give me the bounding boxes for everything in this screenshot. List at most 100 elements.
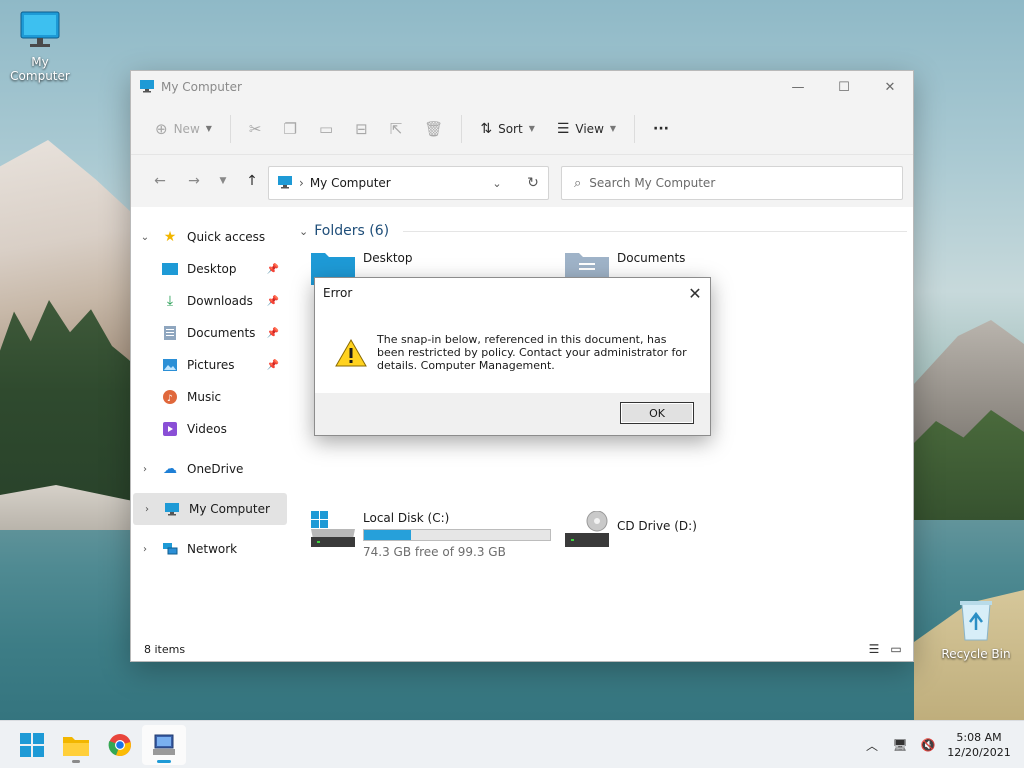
show-hidden-icons-button[interactable]: ︿ [858, 737, 886, 754]
share-button[interactable]: ⇱ [380, 111, 413, 147]
search-input[interactable] [589, 176, 870, 190]
maximize-button[interactable]: ☐ [821, 71, 867, 103]
taskbar-computer-management[interactable] [142, 724, 186, 765]
cut-button[interactable]: ✂ [239, 111, 272, 147]
more-options-button[interactable]: ··· [643, 111, 679, 147]
copy-button[interactable]: ❐ [274, 111, 307, 147]
error-dialog: Error ✕ The snap-in below, referenced in… [314, 277, 711, 436]
sort-arrows-icon: ⇅ [480, 120, 493, 137]
command-bar: ⊕ New ▼ ✂ ❐ ▭ ⊟ ⇱ 🗑 ⇅ Sort ▼ ☰ View ▼ ··… [131, 103, 913, 155]
desktop-folder-icon [159, 263, 181, 275]
clock-time: 5:08 AM [956, 731, 1002, 744]
view-button[interactable]: ☰ View ▼ [547, 111, 626, 147]
ok-button[interactable]: OK [620, 402, 694, 424]
chevron-right-icon: › [299, 176, 304, 190]
chevron-right-icon: › [143, 543, 147, 555]
taskbar-chrome[interactable] [98, 725, 142, 765]
running-indicator [157, 759, 171, 763]
chevron-up-icon: ︿ [865, 738, 878, 753]
separator [634, 114, 636, 143]
folder-icon [63, 736, 89, 756]
pictures-icon [159, 359, 181, 371]
sort-button[interactable]: ⇅ Sort ▼ [470, 111, 545, 147]
drive-label: CD Drive (D:) [617, 519, 697, 533]
dialog-title-bar[interactable]: Error ✕ [315, 278, 710, 308]
sidebar-item-label: Quick access [187, 230, 266, 244]
large-icons-view-button[interactable]: ▭ [885, 642, 907, 656]
start-button[interactable] [10, 725, 54, 765]
chevron-right-icon: › [143, 463, 147, 475]
chevron-down-icon: ▼ [205, 124, 212, 133]
sidebar-item-my-computer[interactable]: › My Computer [133, 493, 287, 525]
tiles-view-icon: ▭ [890, 642, 902, 656]
title-bar[interactable]: My Computer — ☐ ✕ [131, 71, 913, 103]
document-icon [159, 326, 181, 340]
address-dropdown-button[interactable]: ⌄ [482, 177, 512, 190]
refresh-icon: ↻ [527, 175, 539, 191]
separator [229, 114, 231, 143]
pin-icon[interactable]: 📌 [267, 328, 279, 339]
window-title: My Computer [161, 80, 242, 94]
up-button[interactable]: ↑ [235, 165, 269, 197]
drive-usage-fill [364, 530, 411, 540]
item-count: 8 items [144, 642, 186, 656]
taskbar-file-explorer[interactable] [54, 725, 98, 765]
clock[interactable]: 5:08 AM 12/20/2021 [942, 730, 1016, 760]
desktop-icon-my-computer[interactable]: My Computer [0, 10, 80, 83]
address-bar[interactable]: › My Computer ⌄ ↻ [268, 166, 549, 200]
drive-tile-cd-drive[interactable]: CD Drive (D:) [565, 511, 697, 547]
pin-icon[interactable]: 📌 [267, 296, 279, 307]
minimize-button[interactable]: — [775, 71, 821, 103]
search-box[interactable]: ⌕ [561, 166, 903, 200]
separator [461, 114, 463, 143]
chevron-down-icon: ⌄ [492, 176, 502, 190]
sidebar-item-onedrive[interactable]: › ☁ OneDrive [131, 453, 289, 485]
list-view-icon: ☰ [868, 642, 880, 656]
sidebar-item-label: Pictures [187, 358, 235, 372]
paste-button[interactable]: ▭ [309, 111, 343, 147]
monitor-icon [277, 175, 293, 192]
forward-button[interactable]: → [177, 165, 211, 197]
content-pane: ⌄ Folders (6) Desktop Documents Local Di… [297, 219, 907, 559]
sidebar-item-music[interactable]: ♪ Music [131, 381, 289, 413]
arrow-right-icon: → [188, 173, 200, 189]
rename-button[interactable]: ⊟ [345, 111, 378, 147]
star-icon: ★ [163, 229, 177, 245]
sidebar-item-documents[interactable]: Documents 📌 [131, 317, 289, 349]
svg-text:♪: ♪ [167, 394, 173, 404]
sidebar-item-label: Network [187, 542, 238, 556]
new-button[interactable]: ⊕ New ▼ [145, 111, 222, 147]
details-view-button[interactable]: ☰ [863, 642, 885, 656]
drive-usage-bar [363, 529, 551, 541]
desktop-icon-recycle-bin[interactable]: Recycle Bin [936, 598, 1016, 661]
delete-button[interactable]: 🗑 [414, 111, 453, 147]
sidebar-item-downloads[interactable]: ⤓ Downloads 📌 [131, 285, 289, 317]
sidebar-item-network[interactable]: › Network [131, 533, 289, 565]
desktop-icon-label: My Computer [10, 55, 70, 83]
drive-tile-local-disk[interactable]: Local Disk (C:) 74.3 GB free of 99.3 GB [311, 511, 551, 559]
clock-date: 12/20/2021 [947, 746, 1011, 759]
videos-icon [159, 422, 181, 436]
network-status-button[interactable]: 🖥 [886, 738, 914, 752]
view-label: View [575, 121, 604, 136]
dialog-close-button[interactable]: ✕ [680, 278, 710, 308]
folders-group-header[interactable]: ⌄ Folders (6) [297, 219, 907, 243]
volume-button[interactable]: 🔇 [914, 738, 942, 752]
clipboard-icon: ▭ [318, 119, 334, 138]
refresh-button[interactable]: ↻ [518, 175, 548, 191]
sidebar-item-quick-access[interactable]: ⌄ ★ Quick access [131, 221, 289, 253]
system-tray: ︿ 🖥 🔇 5:08 AM 12/20/2021 [858, 721, 1024, 768]
close-button[interactable]: ✕ [867, 71, 913, 103]
folder-label: Documents [617, 251, 686, 265]
back-button[interactable]: ← [143, 165, 177, 197]
pin-icon[interactable]: 📌 [267, 360, 279, 371]
cd-drive-icon [565, 511, 609, 547]
sidebar-item-pictures[interactable]: Pictures 📌 [131, 349, 289, 381]
status-bar: 8 items ☰ ▭ [131, 637, 913, 661]
sidebar-item-videos[interactable]: Videos [131, 413, 289, 445]
sidebar-item-desktop[interactable]: Desktop 📌 [131, 253, 289, 285]
speaker-muted-icon: 🔇 [920, 738, 936, 752]
trash-icon: 🗑 [424, 119, 444, 138]
pin-icon[interactable]: 📌 [267, 264, 279, 275]
recent-locations-button[interactable]: ▼ [211, 165, 235, 197]
